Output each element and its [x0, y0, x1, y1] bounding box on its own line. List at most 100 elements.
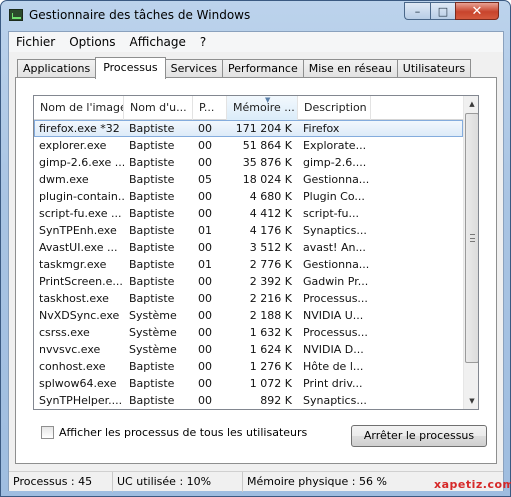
column-header-user-name[interactable]: Nom d'u... — [124, 96, 193, 120]
row-description: avast! An... — [303, 241, 366, 254]
row-user-name: Baptiste — [129, 377, 175, 390]
row-cpu: 00 — [193, 409, 227, 410]
maximize-button[interactable]: □ — [430, 2, 455, 20]
menu-bar: Fichier Options Affichage ? — [9, 32, 503, 52]
row-cpu: 00 — [198, 343, 212, 356]
status-physical-memory: Mémoire physique : 56 % — [247, 474, 387, 488]
menu-help[interactable]: ? — [193, 32, 213, 52]
task-manager-window: Gestionnaire des tâches de Windows – □ ✕… — [0, 0, 511, 497]
row-cpu: 01 — [198, 224, 212, 237]
processes-panel: Nom de l'image Nom d'u... P... ▼ Mémoire… — [15, 77, 497, 464]
title-bar[interactable]: Gestionnaire des tâches de Windows – □ ✕ — [1, 1, 510, 31]
row-image-name: ... — [34, 409, 124, 410]
row-description: Firefox — [303, 122, 340, 135]
table-row[interactable]: taskmgr.exe Baptiste 01 2 776 K Gestionna... — [34, 256, 463, 273]
row-image-name: taskmgr.exe — [39, 258, 107, 271]
minimize-button[interactable]: – — [404, 2, 430, 20]
row-image-name: splwow64.exe — [39, 377, 117, 390]
row-memory: 171 204 K — [235, 122, 292, 135]
table-row[interactable]: plugin-contain... Baptiste 00 4 680 K Plugin… — [34, 188, 463, 205]
row-description: gimp-2.6.... — [303, 156, 367, 169]
row-user-name: Baptiste — [129, 173, 175, 186]
show-all-users-label: Afficher les processus de tous les utili… — [59, 426, 308, 439]
row-memory: 2 392 K — [249, 275, 292, 288]
row-description: Print driv... — [303, 377, 363, 390]
site-watermark: xapetiz.com — [434, 478, 511, 491]
row-cpu: 00 — [198, 156, 212, 169]
table-row[interactable]: ...Système00888 KApplicatio... — [34, 409, 463, 410]
status-bar: Processus : 45 UC utilisée : 10% Mémoire… — [9, 471, 503, 492]
row-cpu: 01 — [198, 258, 212, 271]
status-process-count: Processus : 45 — [9, 471, 113, 492]
row-cpu: 05 — [198, 173, 212, 186]
close-button[interactable]: ✕ — [455, 2, 499, 20]
tab-processus[interactable]: Processus — [95, 57, 166, 79]
tab-mise-en-reseau[interactable]: Mise en réseau — [302, 59, 398, 78]
row-image-name: NvXDSync.exe — [39, 309, 120, 322]
table-row[interactable]: splwow64.exe Baptiste 00 1 072 K Print driv.… — [34, 375, 463, 392]
row-cpu: 00 — [198, 275, 212, 288]
task-manager-app-icon — [9, 9, 23, 21]
row-description: Hôte de l... — [303, 360, 364, 373]
row-memory: 4 412 K — [249, 207, 292, 220]
row-image-name: gimp-2.6.exe ... — [39, 156, 124, 169]
row-description: NVIDIA D... — [303, 343, 364, 356]
column-header-memory[interactable]: ▼ Mémoire ... — [227, 96, 298, 120]
show-all-users-checkbox[interactable] — [41, 426, 54, 439]
row-description: NVIDIA U... — [303, 309, 364, 322]
vertical-scrollbar[interactable]: ▲ ▼ — [463, 96, 478, 409]
row-memory: 3 512 K — [249, 241, 292, 254]
row-description: Gestionna... — [303, 173, 370, 186]
row-user-name: Baptiste — [129, 275, 175, 288]
table-row[interactable]: nvvsvc.exe Système 00 1 624 K NVIDIA D... — [34, 341, 463, 358]
tab-services[interactable]: Services — [164, 59, 224, 78]
row-image-name: plugin-contain... — [39, 190, 124, 203]
table-row[interactable]: PrintScreen.e... Baptiste 00 2 392 K Gadwin … — [34, 273, 463, 290]
row-cpu: 00 — [198, 326, 212, 339]
table-row[interactable]: firefox.exe *32 Baptiste 00 171 204 K Firefo… — [34, 120, 463, 137]
row-memory: 888 K — [227, 409, 298, 410]
row-description: Synaptics... — [303, 224, 367, 237]
tab-performance[interactable]: Performance — [222, 59, 304, 78]
row-image-name: SynTPHelper.... — [39, 394, 123, 407]
table-row[interactable]: AvastUI.exe ... Baptiste 00 3 512 K avast! A… — [34, 239, 463, 256]
row-cpu: 00 — [198, 241, 212, 254]
end-process-button[interactable]: Arrêter le processus — [351, 425, 487, 447]
menu-fichier[interactable]: Fichier — [9, 32, 62, 52]
show-all-users-option[interactable]: Afficher les processus de tous les utili… — [41, 426, 307, 439]
table-row[interactable]: explorer.exe Baptiste 00 51 864 K Explorate.… — [34, 137, 463, 154]
table-row[interactable]: SynTPHelper.... Baptiste 00 892 K Synaptics.… — [34, 392, 463, 409]
tab-utilisateurs[interactable]: Utilisateurs — [396, 59, 472, 78]
row-user-name: Baptiste — [129, 207, 175, 220]
row-user-name: Baptiste — [129, 292, 175, 305]
tab-applications[interactable]: Applications — [17, 59, 97, 78]
row-description: Processus... — [303, 292, 368, 305]
menu-affichage[interactable]: Affichage — [123, 32, 193, 52]
row-user-name: Baptiste — [129, 190, 175, 203]
row-memory: 1 632 K — [249, 326, 292, 339]
row-image-name: PrintScreen.e... — [39, 275, 123, 288]
row-cpu: 00 — [198, 122, 212, 135]
column-header-cpu[interactable]: P... — [193, 96, 227, 120]
table-row[interactable]: gimp-2.6.exe ... Baptiste 00 35 876 K gimp-2… — [34, 154, 463, 171]
scroll-up-icon[interactable]: ▲ — [464, 96, 478, 112]
table-row[interactable]: dwm.exe Baptiste 05 18 024 K Gestionna... — [34, 171, 463, 188]
menu-options[interactable]: Options — [62, 32, 122, 52]
table-row[interactable]: taskhost.exe Baptiste 00 2 216 K Processus..… — [34, 290, 463, 307]
table-row[interactable]: script-fu.exe ... Baptiste 00 4 412 K script… — [34, 205, 463, 222]
row-user-name: Baptiste — [129, 122, 175, 135]
row-memory: 1 624 K — [249, 343, 292, 356]
table-row[interactable]: conhost.exe Baptiste 00 1 276 K Hôte de l... — [34, 358, 463, 375]
column-header-memory-label: Mémoire ... — [233, 101, 295, 114]
row-cpu: 00 — [198, 207, 212, 220]
column-header-description[interactable]: Description — [298, 96, 371, 120]
table-row[interactable]: NvXDSync.exe Système 00 2 188 K NVIDIA U... — [34, 307, 463, 324]
table-row[interactable]: csrss.exe Système 00 1 632 K Processus... — [34, 324, 463, 341]
scrollbar-thumb[interactable] — [465, 113, 478, 363]
row-memory: 18 024 K — [242, 173, 292, 186]
row-memory: 1 276 K — [249, 360, 292, 373]
row-memory: 4 176 K — [249, 224, 292, 237]
scroll-down-icon[interactable]: ▼ — [464, 393, 478, 409]
column-header-image-name[interactable]: Nom de l'image — [34, 96, 124, 120]
table-row[interactable]: SynTPEnh.exe Baptiste 01 4 176 K Synaptics..… — [34, 222, 463, 239]
